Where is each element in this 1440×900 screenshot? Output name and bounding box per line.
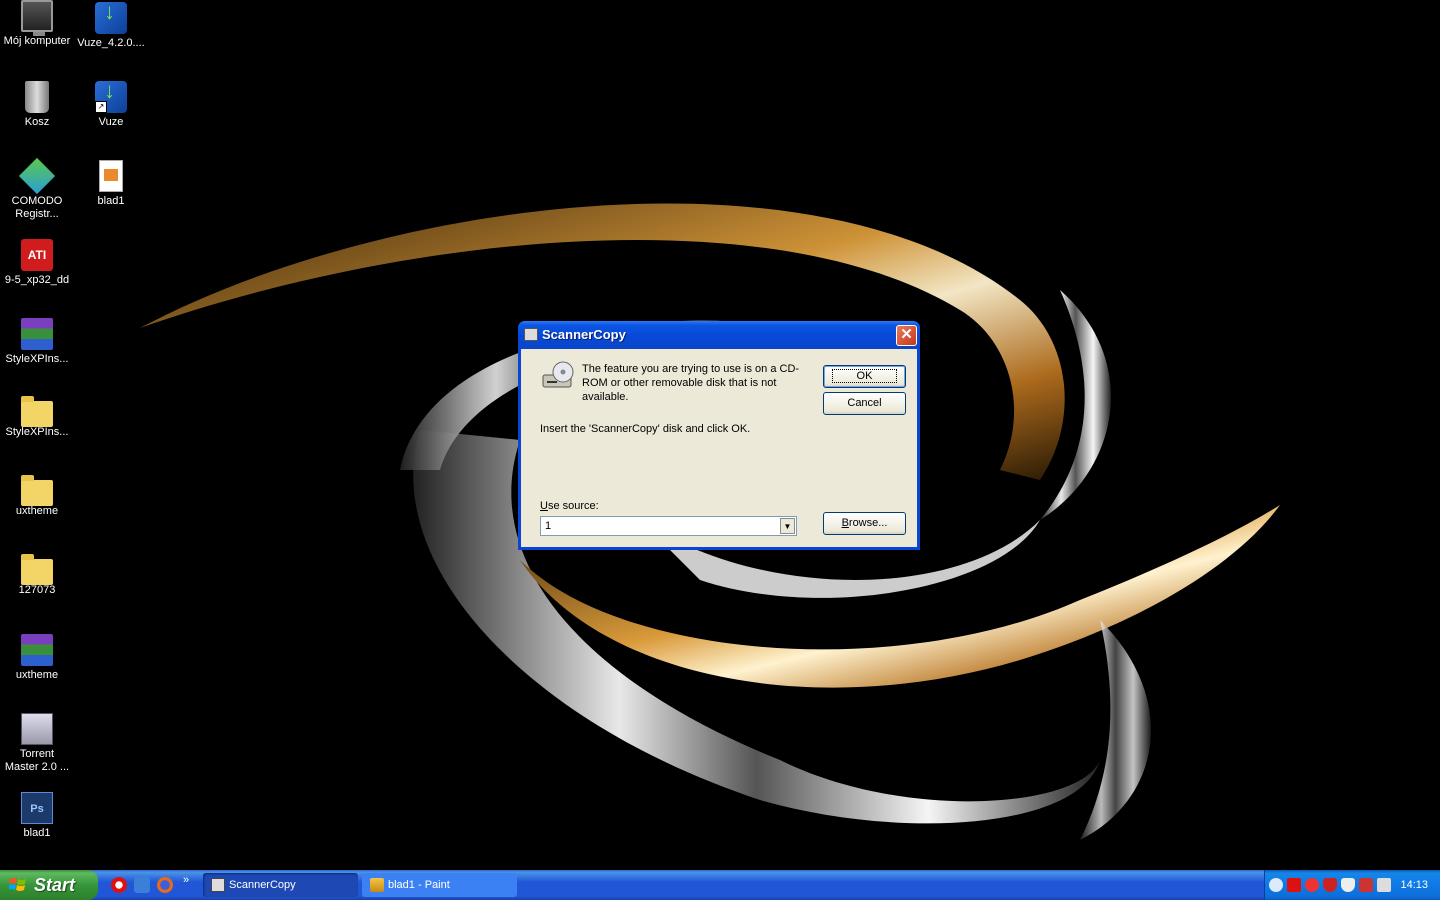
torrent-master-icon	[21, 713, 53, 745]
vuze-installer-icon	[95, 2, 127, 34]
spyware-icon[interactable]	[1305, 878, 1319, 892]
dialog-title: ScannerCopy	[542, 327, 626, 342]
browse-button-label: rowse...	[848, 517, 888, 529]
tray-expand-icon[interactable]	[1269, 878, 1283, 892]
taskbar: Start » ScannerCopy blad1 - Paint 14:13	[0, 870, 1440, 900]
dialog-body: The feature you are trying to use is on …	[521, 349, 917, 547]
clock[interactable]: 14:13	[1400, 879, 1428, 891]
desktop-icon-blad1-image[interactable]: blad1	[74, 160, 148, 208]
desktop-icon-label: Vuze	[98, 116, 124, 128]
taskbar-button-paint[interactable]: blad1 - Paint	[362, 873, 517, 897]
ok-button[interactable]: OK	[823, 365, 906, 388]
desktop-icon-label: uxtheme	[15, 669, 59, 681]
scannercopy-dialog: ScannerCopy ✕ The feature you are trying…	[518, 321, 920, 550]
winrar-archive-icon	[21, 318, 53, 350]
cancel-button-label: Cancel	[847, 397, 882, 409]
desktop-icon-uxtheme-archive[interactable]: uxtheme	[0, 634, 74, 682]
use-source-combobox[interactable]: 1 ▼	[540, 516, 797, 536]
network-icon[interactable]	[1377, 878, 1391, 892]
desktop-icon-stylexp-archive[interactable]: StyleXPIns...	[0, 318, 74, 366]
desktop-icon-comodo[interactable]: COMODO Registr...	[0, 157, 74, 221]
taskbar-button-label: ScannerCopy	[229, 879, 296, 891]
desktop-icon-vuze[interactable]: ↗ Vuze	[74, 81, 148, 129]
desktop-icon-torrent-master[interactable]: Torrent Master 2.0 ...	[0, 713, 74, 774]
desktop-icon-label: Torrent Master 2.0 ...	[4, 748, 70, 773]
firefox-icon[interactable]	[157, 877, 173, 893]
desktop-icon-my-computer[interactable]: Mój komputer	[0, 0, 74, 48]
folder-icon	[21, 475, 53, 506]
desktop-icon-label: uxtheme	[15, 505, 59, 517]
close-button[interactable]: ✕	[896, 325, 917, 346]
desktop-icon-recycle-bin[interactable]: Kosz	[0, 81, 74, 129]
taskbar-button-scannercopy[interactable]: ScannerCopy	[203, 873, 358, 897]
start-label: Start	[34, 875, 76, 895]
ati-icon: ATI	[21, 239, 53, 271]
desktop-icon-label: StyleXPIns...	[5, 353, 69, 365]
system-tray: 14:13	[1264, 870, 1440, 900]
folder-icon	[21, 396, 53, 427]
desktop-icon-label: blad1	[97, 195, 125, 207]
installer-icon	[524, 328, 538, 341]
desktop-icon-ati-driver[interactable]: ATI 9-5_xp32_dd	[0, 239, 74, 287]
browse-accel: B	[841, 517, 849, 529]
dialog-titlebar[interactable]: ScannerCopy ✕	[518, 321, 920, 349]
torrent-tray-icon[interactable]	[1359, 878, 1373, 892]
desktop-icon-label: COMODO Registr...	[11, 195, 63, 220]
ok-button-label: OK	[831, 369, 898, 383]
start-button[interactable]: Start	[0, 870, 98, 900]
recycle-bin-icon	[25, 81, 49, 113]
paint-icon	[370, 878, 384, 892]
opera-icon[interactable]	[111, 877, 127, 893]
windows-logo-icon	[9, 878, 26, 891]
desktop-icon-blad1-psd[interactable]: Ps blad1	[0, 792, 74, 840]
use-source-value: 1	[545, 520, 552, 532]
use-source-accel: U	[540, 500, 548, 512]
security-shield-icon[interactable]	[1341, 878, 1355, 892]
chevron-down-icon[interactable]: ▼	[780, 518, 795, 534]
desktop-icon-label: Mój komputer	[3, 35, 71, 47]
dialog-instruction: Insert the 'ScannerCopy' disk and click …	[540, 423, 751, 435]
vuze-icon: ↗	[95, 81, 127, 113]
antivirus-icon[interactable]	[1287, 878, 1301, 892]
internet-explorer-icon[interactable]	[134, 877, 150, 893]
desktop-icon-stylexp-folder[interactable]: StyleXPIns...	[0, 396, 74, 439]
desktop-icon-label: 9-5_xp32_dd	[4, 274, 70, 286]
shortcut-arrow-icon: ↗	[95, 101, 107, 113]
photoshop-file-icon: Ps	[21, 792, 53, 824]
cancel-button[interactable]: Cancel	[823, 392, 906, 415]
shield-icon[interactable]	[1323, 878, 1337, 892]
desktop-icon-vuze-installer[interactable]: Vuze_4.2.0....	[74, 2, 148, 50]
use-source-label: Use source:	[540, 500, 599, 512]
comodo-icon	[18, 157, 56, 195]
desktop-icon-label: Kosz	[24, 116, 50, 128]
chevron-right-icon[interactable]: »	[183, 874, 189, 886]
desktop-icon-label: blad1	[23, 827, 51, 839]
cd-disk-icon	[542, 361, 574, 388]
desktop-icon-label: Vuze_4.2.0....	[77, 37, 145, 49]
taskbar-button-label: blad1 - Paint	[388, 879, 450, 891]
browse-button[interactable]: Browse...	[823, 512, 906, 535]
desktop-icon-label: 127073	[18, 584, 56, 596]
desktop-icon-uxtheme-folder[interactable]: uxtheme	[0, 475, 74, 518]
close-icon: ✕	[900, 326, 913, 343]
winrar-archive-icon	[21, 634, 53, 666]
dialog-message: The feature you are trying to use is on …	[582, 363, 800, 403]
folder-icon	[21, 554, 53, 585]
desktop-icon-127073-folder[interactable]: 127073	[0, 554, 74, 597]
use-source-label-rest: se source:	[547, 500, 599, 512]
image-file-icon	[99, 160, 123, 192]
computer-icon	[21, 0, 53, 36]
desktop-icon-label: StyleXPIns...	[5, 426, 69, 438]
installer-icon	[211, 878, 225, 892]
